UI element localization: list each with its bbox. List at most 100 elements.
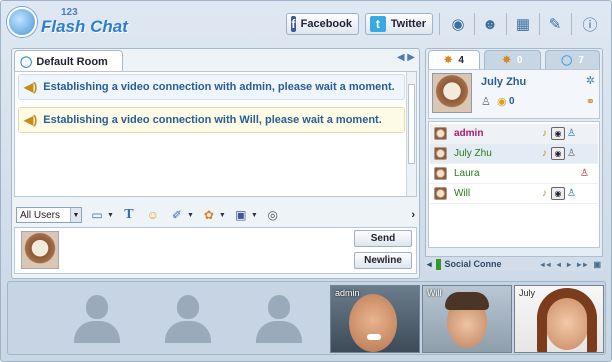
text-format-icon[interactable]: T: [120, 207, 138, 223]
emoticon-icon[interactable]: ☺: [144, 207, 162, 223]
user-name: July Zhu: [454, 148, 492, 159]
chat-app: 123 Flash Chat f Facebook t Twitter ◉ ☻ …: [0, 0, 612, 362]
person-silhouette-icon: [177, 295, 199, 319]
facebook-share-icon[interactable]: ▣: [232, 207, 250, 223]
user-filter-select[interactable]: All Users ▼: [16, 207, 82, 223]
user-icon[interactable]: ♙: [565, 187, 578, 201]
room-tab-nav[interactable]: ◀ ▶: [397, 52, 415, 63]
social-label: Social Conne: [444, 259, 502, 269]
webcam-icon[interactable]: ◉: [551, 147, 565, 160]
audio-icon[interactable]: ◎: [264, 207, 282, 223]
chevron-down-icon: ▼: [107, 211, 114, 219]
user-icon[interactable]: ♙: [565, 127, 578, 141]
user-name: Laura: [454, 168, 480, 179]
user-icon[interactable]: ♙: [578, 167, 591, 181]
chevron-down-icon: ▼: [250, 211, 258, 219]
list-item[interactable]: July Zhu ♪ ◉ ♙: [430, 144, 598, 164]
newline-button[interactable]: Newline: [354, 252, 412, 269]
webcam-icon[interactable]: ◉: [447, 13, 469, 35]
gift-icon[interactable]: ▦: [512, 13, 534, 35]
user-list: admin ♪ ◉ ♙ July Zhu ♪ ◉ ♙ Laura ♙ Will: [428, 121, 600, 248]
palette-icon[interactable]: ✿: [200, 207, 218, 223]
microphone-icon: ♪: [542, 128, 547, 139]
twitter-button[interactable]: t Twitter: [365, 13, 433, 35]
divider: [439, 13, 440, 35]
facebook-button[interactable]: f Facebook: [286, 13, 359, 35]
chevron-down-icon: ▼: [218, 211, 226, 219]
person-silhouette-icon: [268, 295, 290, 319]
logo-name: Flash Chat: [41, 17, 128, 36]
tab-users[interactable]: ✸ 4: [428, 50, 480, 70]
chevron-right-icon[interactable]: ›: [411, 209, 415, 221]
font-size-icon[interactable]: ▭: [88, 207, 106, 223]
room-panel: ◯ Default Room ◀ ▶ ◀) Establishing a vid…: [11, 48, 420, 279]
chat-bubble-icon: ◯: [20, 56, 33, 68]
empty-video-slot: [234, 285, 324, 353]
avatar[interactable]: [432, 73, 472, 113]
microphone-icon: ♪: [542, 188, 547, 199]
avatar: [434, 167, 447, 180]
mask-icon[interactable]: ☻: [479, 13, 501, 35]
friends-count: 0: [516, 55, 523, 66]
video-label: Will: [427, 288, 442, 298]
friends-icon: ✸: [502, 55, 511, 66]
message-item: ◀) Establishing a video connection with …: [18, 107, 405, 133]
user-name: Will: [454, 188, 471, 199]
webcam-icon[interactable]: ◉: [551, 187, 565, 200]
users-count: 4: [458, 55, 464, 66]
message-scrollbar[interactable]: [406, 72, 416, 196]
divider: [506, 13, 507, 35]
message-input-area[interactable]: Send Newline: [14, 227, 417, 274]
logo: 123 Flash Chat: [7, 5, 147, 43]
list-item[interactable]: Will ♪ ◉ ♙: [430, 184, 598, 204]
video-feed-will[interactable]: Will: [422, 285, 512, 353]
settings-wrench-icon[interactable]: ✎: [544, 13, 566, 35]
message-text: Establishing a video connection with adm…: [43, 81, 395, 93]
users-icon: ✸: [444, 55, 453, 66]
message-item: ◀) Establishing a video connection with …: [18, 74, 405, 100]
tab-default-room[interactable]: ◯ Default Room: [14, 50, 123, 72]
scrollbar-thumb[interactable]: [408, 84, 415, 164]
tab-friends[interactable]: ✸ 0: [484, 50, 541, 70]
speaker-icon: ◀): [24, 80, 38, 94]
status-icon[interactable]: ♙: [481, 95, 491, 108]
rooms-count: 7: [578, 55, 584, 66]
twitter-label: Twitter: [390, 18, 426, 30]
social-nav-arrows[interactable]: ◂◂ ◂ ▸ ▸▸ ▣: [540, 260, 603, 269]
divider: [474, 13, 475, 35]
video-feed-admin[interactable]: admin: [330, 285, 420, 353]
user-name: admin: [454, 128, 484, 139]
facebook-icon: f: [291, 16, 296, 32]
speaker-icon: ◀): [24, 113, 38, 127]
signal-icon: [435, 258, 441, 270]
user-icon[interactable]: ♙: [565, 147, 578, 161]
list-item[interactable]: Laura ♙: [430, 164, 598, 184]
chevron-down-icon: ▼: [186, 211, 194, 219]
header: 123 Flash Chat f Facebook t Twitter ◉ ☻ …: [1, 1, 612, 45]
info-icon[interactable]: ⓘ: [579, 13, 601, 35]
send-button[interactable]: Send: [354, 230, 412, 247]
list-item[interactable]: admin ♪ ◉ ♙: [430, 124, 598, 144]
social-bar: ◂ Social Conne ◂◂ ◂ ▸ ▸▸ ▣: [425, 256, 603, 271]
divider: [571, 13, 572, 35]
friends-list-icon[interactable]: ⚭: [586, 95, 595, 108]
tab-rooms[interactable]: ◯ 7: [545, 50, 600, 70]
message-text: Establishing a video connection with Wil…: [43, 114, 382, 126]
facebook-label: Facebook: [300, 18, 352, 30]
empty-video-slot: [143, 285, 233, 353]
person-silhouette-icon: [86, 295, 108, 319]
webcam-face: [349, 294, 397, 352]
video-strip: admin Will July: [7, 281, 606, 355]
video-label: admin: [335, 288, 360, 298]
gear-icon[interactable]: ✲: [586, 74, 595, 87]
user-filter-value: All Users: [20, 209, 61, 221]
video-label: July: [519, 288, 536, 298]
video-feed-july[interactable]: July: [514, 285, 604, 353]
room-tab-label: Default Room: [36, 55, 108, 68]
empty-video-slot: [52, 285, 142, 353]
webcam-icon[interactable]: ◉: [551, 127, 565, 140]
avatar: [434, 147, 447, 160]
avatar: [434, 187, 447, 200]
social-toggle-icon[interactable]: ◂: [427, 259, 432, 270]
color-picker-icon[interactable]: ✐: [168, 207, 186, 223]
